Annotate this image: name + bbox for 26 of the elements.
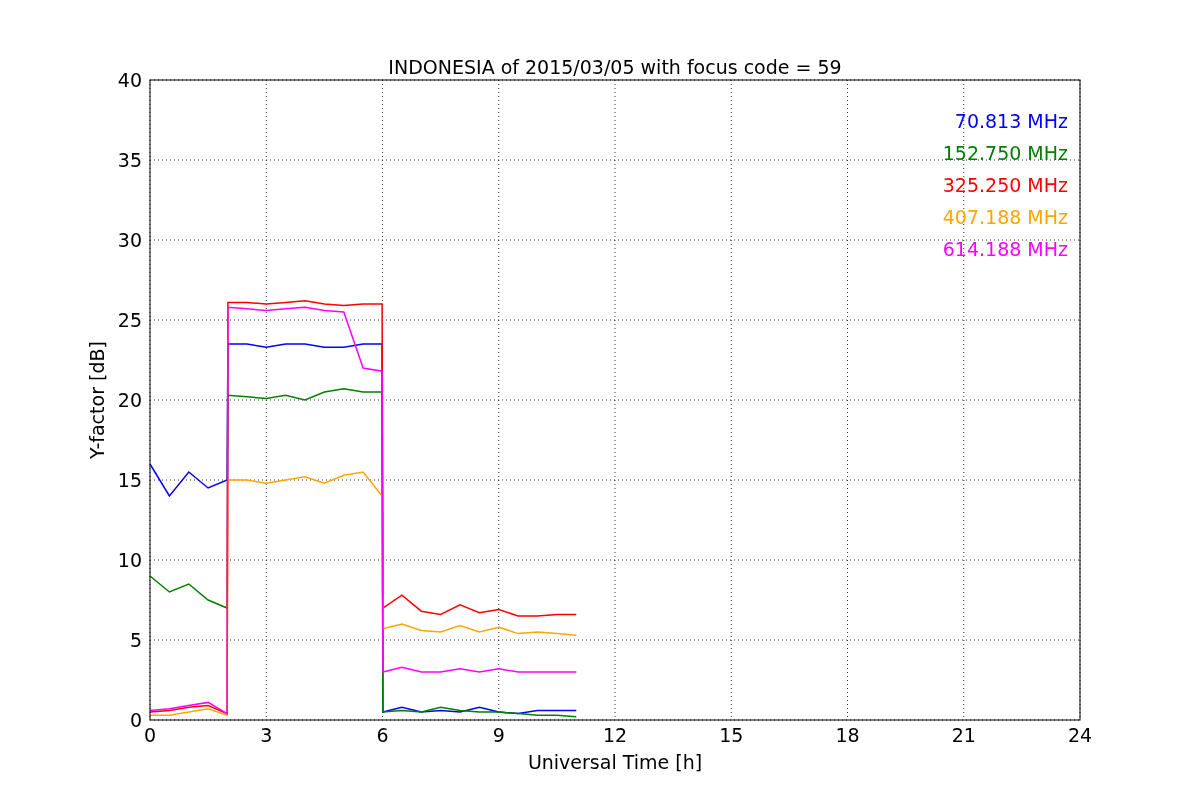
- y-tick-label: 25: [117, 309, 142, 331]
- y-tick-label: 40: [117, 69, 142, 91]
- legend-label: 152.750 MHz: [942, 142, 1068, 164]
- x-tick-label: 6: [376, 724, 389, 746]
- x-tick-label: 3: [260, 724, 273, 746]
- x-tick-label: 15: [719, 724, 744, 746]
- legend-label: 325.250 MHz: [942, 174, 1068, 196]
- legend-label: 70.813 MHz: [954, 110, 1068, 132]
- y-tick-label: 0: [129, 709, 142, 731]
- x-tick-label: 0: [143, 724, 157, 746]
- y-tick-label: 30: [117, 229, 142, 251]
- x-axis-label: Universal Time [h]: [527, 751, 703, 773]
- x-tick-label: 21: [951, 724, 976, 746]
- y-tick-label: 35: [117, 149, 142, 171]
- y-tick-label: 15: [117, 469, 142, 491]
- y-axis-label: Y-factor [dB]: [86, 341, 108, 459]
- y-tick-label: 10: [117, 549, 142, 571]
- chart-title: INDONESIA of 2015/03/05 with focus code = 59: [388, 56, 842, 78]
- y-tick-label: 5: [129, 629, 142, 651]
- x-tick-label: 18: [835, 724, 860, 746]
- x-tick-label: 24: [1067, 724, 1093, 746]
- x-tick-label: 12: [602, 724, 628, 746]
- x-tick-label: 9: [492, 724, 505, 746]
- y-tick-label: 20: [117, 389, 142, 411]
- legend-label: 407.188 MHz: [942, 206, 1068, 228]
- legend-label: 614.188 MHz: [942, 238, 1068, 260]
